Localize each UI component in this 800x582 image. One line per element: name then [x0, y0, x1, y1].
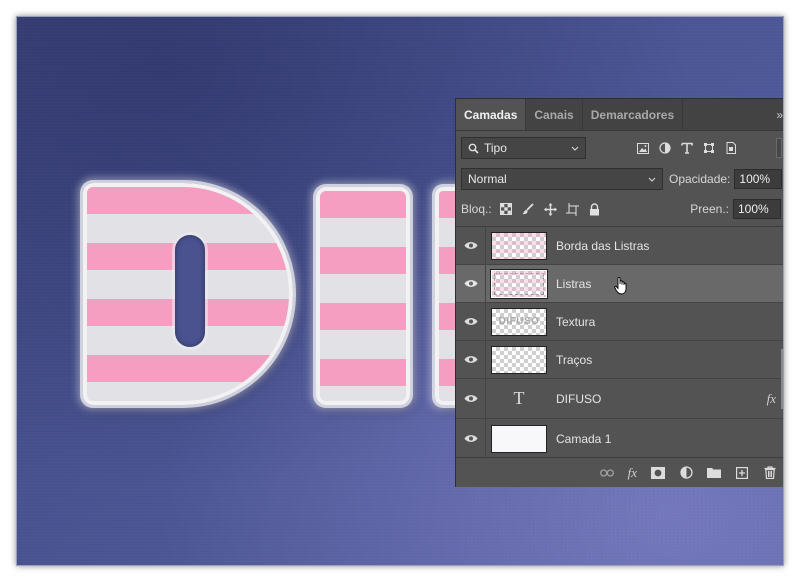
layers-panel: Camadas Canais Demarcadores » Tipo Norma…: [455, 98, 783, 487]
layer-thumbnail: [491, 231, 547, 260]
smart-object-filter-icon[interactable]: [724, 142, 737, 155]
layer-name: DIFUSO: [556, 391, 602, 406]
image-filter-icon[interactable]: [636, 142, 649, 155]
eye-icon: [464, 356, 477, 363]
layer-name: Listras: [556, 276, 592, 291]
visibility-toggle[interactable]: [456, 379, 486, 418]
eye-icon: [464, 395, 477, 402]
layer-row[interactable]: Traços: [456, 341, 783, 379]
lock-position-icon[interactable]: [543, 202, 557, 216]
letter-d-counter: [175, 235, 205, 347]
layer-row[interactable]: DIFUSO Textura: [456, 303, 783, 341]
lock-label: Bloq.:: [461, 202, 492, 216]
layer-filter-row: Tipo: [461, 137, 783, 159]
layer-thumbnail: DIFUSO: [491, 307, 547, 336]
type-layer-icon: T: [513, 388, 525, 408]
shape-filter-icon[interactable]: [702, 142, 715, 155]
new-layer-icon[interactable]: [735, 466, 749, 480]
add-layer-style-icon[interactable]: fx: [628, 465, 637, 481]
visibility-toggle[interactable]: [456, 227, 486, 264]
new-adjustment-layer-icon[interactable]: [679, 466, 693, 480]
chevron-down-icon: [571, 146, 579, 151]
layer-thumbnail: [490, 268, 548, 299]
new-group-icon[interactable]: [707, 466, 721, 480]
layer-name: Traços: [556, 352, 593, 367]
panel-tab-bar: Camadas Canais Demarcadores »: [456, 99, 783, 131]
filter-kind-label: Tipo: [484, 141, 507, 155]
opacity-input[interactable]: 100%: [734, 169, 783, 189]
screenshot-frame: Camadas Canais Demarcadores » Tipo Norma…: [16, 16, 784, 566]
search-icon: [468, 143, 479, 154]
layer-thumbnail: [491, 424, 547, 453]
delete-layer-icon[interactable]: [763, 466, 777, 480]
lock-transparent-pixels-icon[interactable]: [500, 203, 513, 216]
tab-camadas[interactable]: Camadas: [456, 99, 527, 130]
hand-pointer-cursor-icon: [614, 277, 627, 295]
blend-row: Normal Opacidade: 100%: [461, 168, 783, 190]
filter-toggle-switch[interactable]: [776, 138, 782, 158]
fill-label: Preen.:: [690, 202, 729, 216]
layer-thumbnail: [491, 345, 547, 374]
lock-all-icon[interactable]: [588, 202, 601, 216]
tab-demarcadores[interactable]: Demarcadores: [583, 99, 684, 130]
filter-kind-select[interactable]: Tipo: [461, 137, 586, 159]
type-filter-icon[interactable]: [680, 142, 693, 155]
layer-name: Borda das Listras: [556, 238, 650, 253]
panel-footer: fx: [456, 457, 783, 487]
layer-name: Textura: [556, 314, 596, 329]
add-mask-icon[interactable]: [651, 466, 665, 480]
fill-input[interactable]: 100%: [733, 199, 781, 219]
collapse-panel-icon[interactable]: »: [776, 108, 783, 122]
eye-icon: [464, 318, 477, 325]
visibility-toggle[interactable]: [456, 419, 486, 458]
layer-row[interactable]: Borda das Listras: [456, 227, 783, 265]
layer-row[interactable]: Camada 1: [456, 419, 783, 459]
adjustment-filter-icon[interactable]: [658, 142, 671, 155]
visibility-toggle[interactable]: [456, 303, 486, 340]
thumbnail-text: DIFUSO: [498, 316, 540, 327]
eye-icon: [464, 280, 477, 287]
layer-name: Camada 1: [556, 431, 612, 446]
lock-image-pixels-icon[interactable]: [522, 203, 535, 216]
blend-mode-select[interactable]: Normal: [461, 168, 663, 190]
blend-mode-value: Normal: [468, 172, 507, 186]
visibility-toggle[interactable]: [456, 265, 486, 302]
link-layers-icon[interactable]: [599, 466, 614, 480]
layers-list: Borda das Listras Listras DIFUSO Textura: [456, 226, 783, 459]
tab-canais[interactable]: Canais: [526, 99, 583, 130]
layer-effects-icon[interactable]: fx: [767, 391, 776, 407]
opacity-label: Opacidade:: [669, 172, 731, 186]
eye-icon: [464, 435, 477, 442]
lock-icons: [500, 202, 601, 216]
filter-icons: [636, 142, 737, 155]
lock-row: Bloq.: Preen.: 100%: [461, 198, 783, 220]
layer-row[interactable]: T DIFUSO fx: [456, 379, 783, 419]
chevron-down-icon: [648, 177, 656, 182]
selection-frame: [494, 272, 544, 295]
lock-artboard-icon[interactable]: [565, 202, 579, 216]
layer-row-selected[interactable]: Listras: [456, 265, 783, 303]
layers-scrollbar[interactable]: [781, 349, 783, 409]
eye-icon: [464, 242, 477, 249]
fuzzy-letter-i: [316, 187, 410, 405]
visibility-toggle[interactable]: [456, 341, 486, 378]
